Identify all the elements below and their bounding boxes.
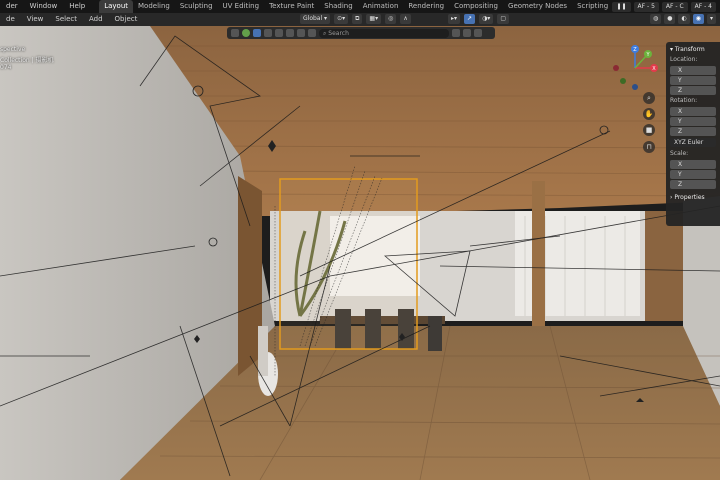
rotation-label: Rotation: [670,97,698,104]
location-y-field[interactable]: Y [670,76,716,85]
menu-view[interactable]: View [21,13,50,26]
tab-sculpting[interactable]: Sculpting [175,0,218,13]
view-label: spective [0,46,26,53]
snap-icon[interactable]: ⧉ [352,14,363,24]
scale-x-field[interactable]: X [670,160,716,169]
tab-uv-editing[interactable]: UV Editing [218,0,265,13]
tab-compositing[interactable]: Compositing [449,0,503,13]
gizmo-toggle-icon[interactable]: ↗ [464,14,476,24]
location-label: Location: [670,56,698,63]
menu-file-partial[interactable]: der [0,0,24,13]
navigation-gizmo[interactable]: Z X Y [610,42,660,92]
pause-button[interactable]: ❚❚ [612,1,631,12]
tab-shading[interactable]: Shading [319,0,357,13]
menu-window[interactable]: Window [24,0,64,13]
select-intersect-icon[interactable] [297,29,305,37]
tab-texture-paint[interactable]: Texture Paint [264,0,319,13]
3d-viewport[interactable]: spective Collection | 摄影机 074 [0,26,720,480]
tab-layout[interactable]: Layout [99,0,134,13]
axis-x-label: X [652,66,656,72]
visibility-controls: ▸▾ ↗ ◑▾ ▢ [448,14,509,24]
frame-label: 074 [0,64,12,71]
addon-af4-button[interactable]: AF - 4 [690,1,716,12]
rotation-mode-dropdown[interactable]: XYZ Euler [670,138,716,147]
pan-hand-icon[interactable]: ✋ [643,108,655,120]
axis-z-label: Z [633,47,637,53]
proportional-edit-icon[interactable]: ◎ [385,14,397,24]
selectability-icon[interactable]: ▸▾ [448,14,461,24]
tab-geometry-nodes[interactable]: Geometry Nodes [503,0,572,13]
clear-search-icon[interactable] [452,29,460,37]
menu-object[interactable]: Object [109,13,144,26]
shading-options-icon[interactable]: ▾ [706,14,716,24]
rotation-x-field[interactable]: X [670,107,716,116]
sidebar-n-panel: ▾ Transform Location: X Y Z Rotation: X … [666,42,720,226]
snap-target-icon[interactable]: ▦▾ [366,14,382,24]
lock-icon[interactable]: ⊓ [643,141,655,153]
workspace-tabs: Layout Modeling Sculpting UV Editing Tex… [99,0,629,13]
overlay-toggle-icon[interactable]: ◑▾ [479,14,494,24]
tab-scripting[interactable]: Scripting [572,0,613,13]
shading-solid-icon[interactable]: ● [664,14,676,24]
top-right-controls: ❚❚ AF - 5 AF - C AF - 4 [612,0,720,13]
addon-afc-button[interactable]: AF - C [661,1,688,12]
menu-add[interactable]: Add [83,13,109,26]
addon-af5-button[interactable]: AF - 5 [633,1,659,12]
collection-label: Collection | 摄影机 [0,57,54,64]
shading-material-icon[interactable]: ◐ [678,14,690,24]
scale-label: Scale: [670,150,689,157]
menu-help[interactable]: Help [63,0,91,13]
camera-view-icon[interactable]: ■ [643,124,655,136]
shading-wireframe-icon[interactable]: ◍ [649,14,662,24]
transform-title: Transform [674,46,705,53]
filter-icon[interactable] [308,29,316,37]
tool-options-icon[interactable] [231,29,239,37]
location-x-field[interactable]: X [670,66,716,75]
select-box-icon[interactable] [253,29,261,37]
scale-y-field[interactable]: Y [670,170,716,179]
search-placeholder: Search [328,29,349,37]
tab-modeling[interactable]: Modeling [133,0,175,13]
mode-dropdown[interactable]: de [0,13,21,26]
select-subtract-icon[interactable] [286,29,294,37]
select-mode-icon[interactable] [264,29,272,37]
shading-controls: ◍ ● ◐ ◉ ▾ [649,14,716,24]
tab-rendering[interactable]: Rendering [403,0,449,13]
location-z-field[interactable]: Z [670,86,716,95]
object-type-icon[interactable] [242,29,250,37]
falloff-icon[interactable]: ∧ [400,14,411,24]
orientation-label: Global [303,15,323,22]
orientation-dropdown[interactable]: Global ▾ [300,14,331,24]
transform-header[interactable]: ▾ Transform [670,45,720,55]
rotation-z-field[interactable]: Z [670,127,716,136]
top-menu-bar: der Window Help Layout Modeling Sculptin… [0,0,720,13]
tool-header-strip: ⌕ Search [227,27,495,39]
viewport-header: de View Select Add Object Global ▾ ⊙▾ ⧉ … [0,13,720,26]
rendered-scene [0,26,720,480]
properties-header[interactable]: › Properties [670,193,720,203]
funnel-icon[interactable] [474,29,482,37]
bookmark-icon[interactable] [463,29,471,37]
transform-controls: Global ▾ ⊙▾ ⧉ ▦▾ ◎ ∧ [300,14,411,24]
properties-title: Properties [674,194,705,201]
shading-rendered-icon[interactable]: ◉ [692,14,704,24]
zoom-icon[interactable]: ⌕ [643,92,655,104]
wood-column [532,181,545,331]
pivot-icon[interactable]: ⊙▾ [334,14,349,24]
vase-stand [258,326,268,376]
menu-select[interactable]: Select [49,13,83,26]
right-wood-panel [645,211,683,321]
tab-animation[interactable]: Animation [358,0,404,13]
xray-icon[interactable]: ▢ [497,14,509,24]
search-input[interactable]: ⌕ Search [319,28,449,38]
select-extend-icon[interactable] [275,29,283,37]
scale-z-field[interactable]: Z [670,180,716,189]
rotation-y-field[interactable]: Y [670,117,716,126]
